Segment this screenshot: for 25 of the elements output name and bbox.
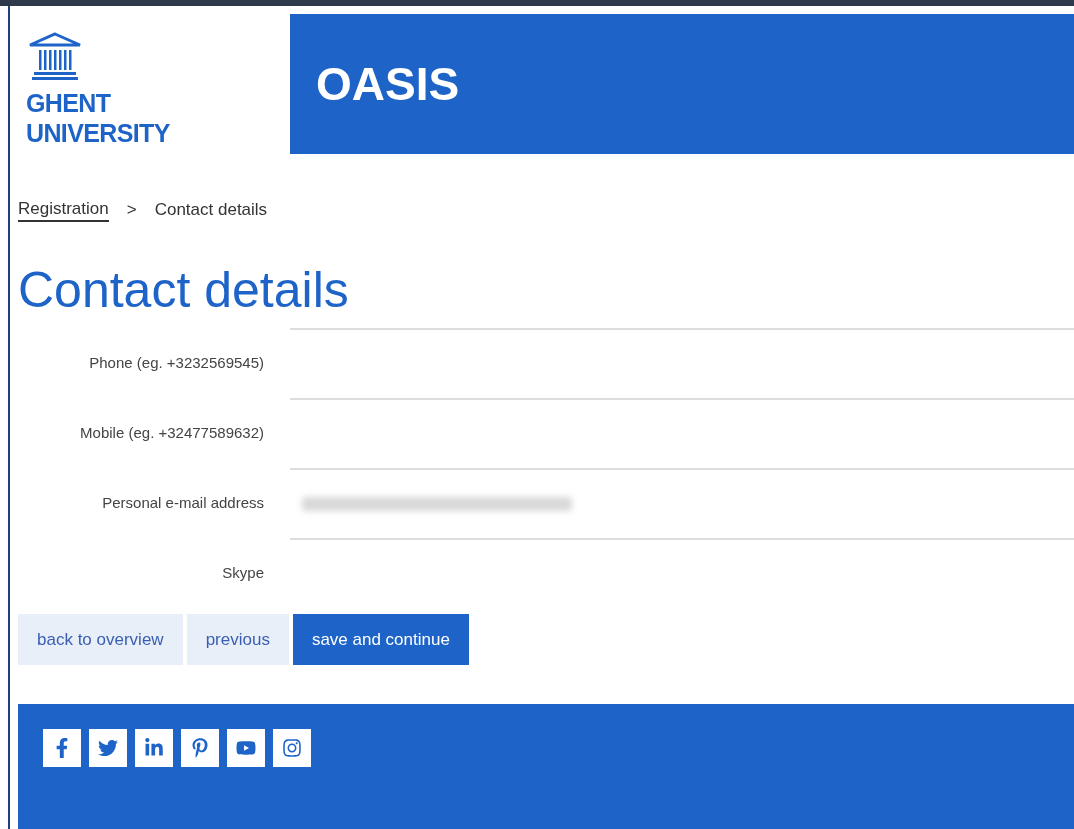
app-title: OASIS xyxy=(316,56,460,112)
pinterest-icon xyxy=(190,738,210,758)
breadcrumb-text: Contact details xyxy=(154,199,268,221)
breadcrumb-text: > xyxy=(126,199,137,221)
social-link[interactable] xyxy=(181,729,219,767)
social-link[interactable] xyxy=(43,729,81,767)
nav-button[interactable]: back to overview xyxy=(18,614,183,665)
breadcrumb-link[interactable]: Registration xyxy=(18,198,109,222)
building-icon xyxy=(28,32,82,80)
camera-icon xyxy=(282,738,302,758)
field-label: Mobile (eg. +32477589632) xyxy=(80,422,264,443)
university-name: GHENT UNIVERSITY xyxy=(26,88,171,148)
field-label: Personal e-mail address xyxy=(102,492,264,513)
bird-icon xyxy=(98,738,118,758)
save-button[interactable]: save and continue xyxy=(292,614,469,665)
linkedin-icon xyxy=(144,738,164,758)
social-link[interactable] xyxy=(89,729,127,767)
social-link[interactable] xyxy=(135,729,173,767)
page-title: Contact details xyxy=(17,261,350,320)
social-link[interactable] xyxy=(227,729,265,767)
social-link[interactable] xyxy=(273,729,311,767)
nav-button[interactable]: previous xyxy=(186,614,289,665)
video-icon xyxy=(236,738,256,758)
field-label: Phone (eg. +3232569545) xyxy=(89,352,264,373)
field-label: Skype xyxy=(222,562,264,583)
